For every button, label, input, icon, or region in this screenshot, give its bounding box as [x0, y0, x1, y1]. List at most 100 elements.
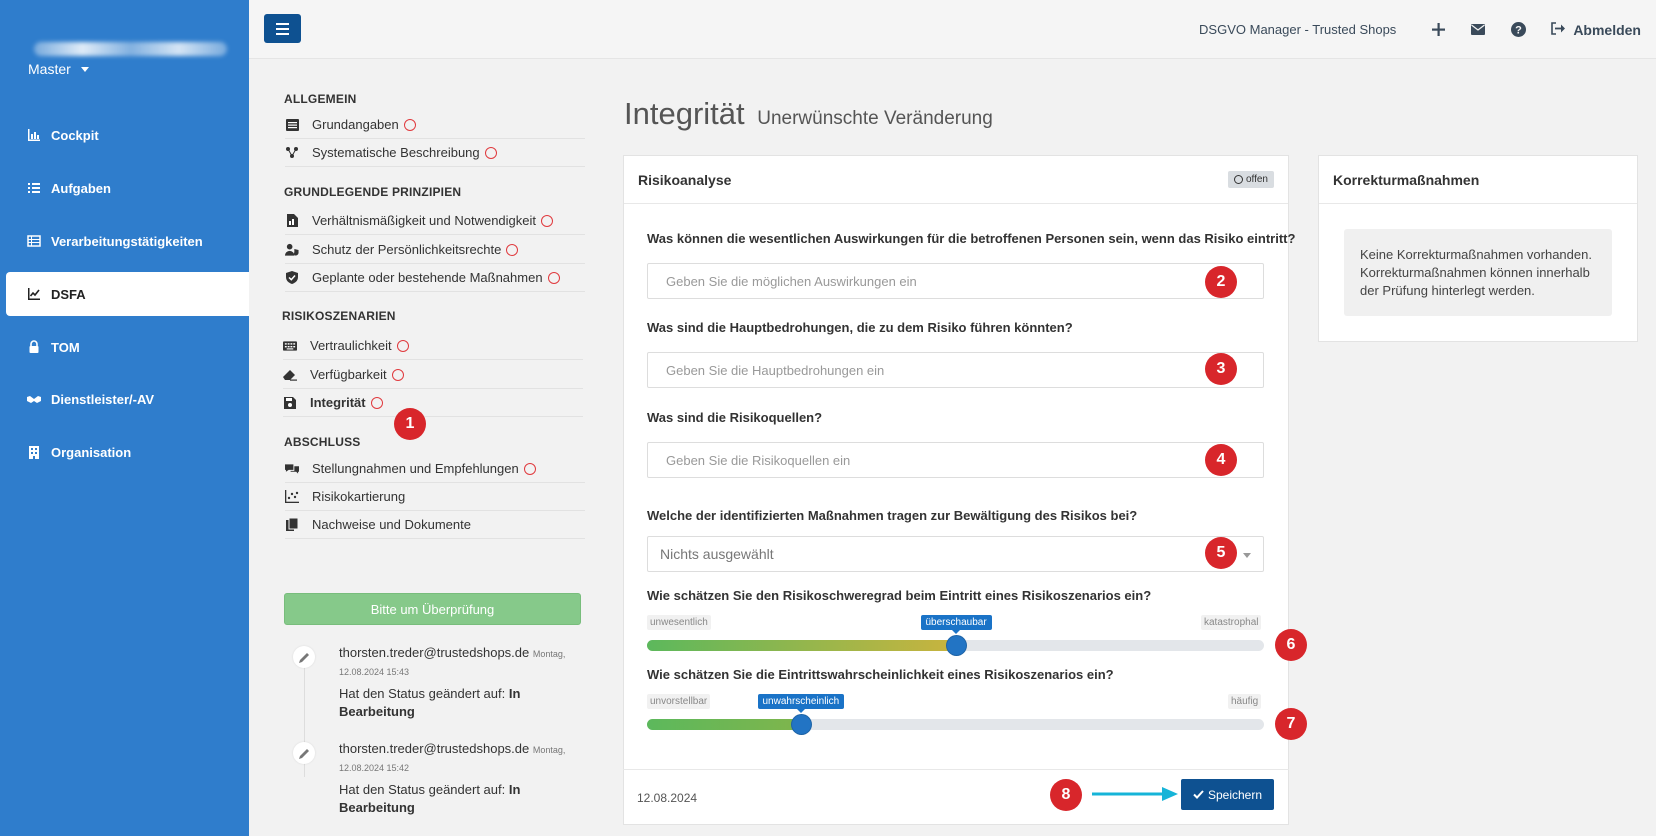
annotation-marker: 8	[1050, 779, 1082, 811]
auswirkungen-input[interactable]	[647, 263, 1264, 299]
status-open-icon	[370, 396, 383, 409]
section-item-grundangaben[interactable]: Grundangaben	[285, 111, 585, 139]
section-item-integritaet[interactable]: Integrität	[283, 389, 583, 417]
slider-handle[interactable]	[792, 715, 811, 734]
scatter-chart-icon	[285, 490, 299, 504]
status-open-icon	[541, 214, 554, 227]
section-heading-abschluss: ABSCHLUSS	[284, 435, 361, 449]
timeline-status-text: Hat den Status geändert auf:	[339, 686, 506, 701]
account-selector[interactable]: Master	[28, 61, 89, 77]
schweregrad-slider[interactable]	[647, 636, 1264, 655]
save-disk-icon	[283, 396, 297, 410]
status-open-icon	[396, 339, 409, 352]
sidebar-item-cockpit[interactable]: Cockpit	[6, 113, 249, 157]
wahrscheinlichkeit-slider[interactable]	[647, 715, 1264, 734]
eraser-icon	[283, 368, 297, 382]
question-massnahmen: Welche der identifizierten Maßnahmen tra…	[647, 508, 1138, 523]
help-icon[interactable]: ?	[1509, 21, 1527, 39]
status-open-icon	[506, 243, 519, 256]
annotation-marker: 7	[1275, 708, 1307, 740]
quellen-input[interactable]	[647, 442, 1264, 478]
request-review-button[interactable]: Bitte um Überprüfung	[284, 593, 581, 625]
section-item-label: Risikokartierung	[312, 489, 406, 504]
sidebar-item-label: Verarbeitungstätigkeiten	[51, 233, 203, 249]
timeline-status-text: Hat den Status geändert auf:	[339, 782, 506, 797]
section-item-massnahmen[interactable]: Geplante oder bestehende Maßnahmen	[285, 264, 585, 292]
bedrohungen-input[interactable]	[647, 352, 1264, 388]
panel-title: Korrekturmaßnahmen	[1333, 171, 1480, 188]
section-item-stellungnahmen[interactable]: Stellungnahmen und Empfehlungen	[285, 455, 585, 483]
document-icon	[285, 214, 299, 228]
slider-max-label: häufig	[1228, 694, 1262, 709]
envelope-icon[interactable]	[1469, 21, 1487, 39]
user-shield-icon	[285, 243, 299, 257]
sidebar-item-label: TOM	[51, 339, 80, 355]
account-selector-label: Master	[28, 61, 71, 77]
status-badge: offen	[1227, 171, 1274, 188]
building-icon	[26, 444, 42, 460]
network-icon	[285, 146, 299, 160]
section-item-label: Grundangaben	[312, 117, 399, 132]
caret-down-icon	[1243, 553, 1251, 558]
section-item-nachweise[interactable]: Nachweise und Dokumente	[285, 511, 585, 539]
sidebar-item-dienstleister[interactable]: Dienstleister/-AV	[6, 377, 249, 421]
sidebar-item-organisation[interactable]: Organisation	[6, 430, 249, 474]
chart-icon	[26, 127, 42, 143]
section-item-label: Verhältnismäßigkeit und Notwendigkeit	[312, 213, 537, 228]
pencil-icon	[293, 646, 315, 668]
section-item-risikokartierung[interactable]: Risikokartierung	[285, 483, 585, 511]
status-open-icon	[547, 271, 560, 284]
sidebar-item-label: Aufgaben	[51, 180, 111, 196]
massnahmen-select[interactable]: Nichts ausgewählt	[647, 536, 1264, 572]
empty-state-message: Keine Korrekturmaßnahmen vorhanden. Korr…	[1344, 229, 1612, 316]
sidebar-item-tom[interactable]: TOM	[6, 325, 249, 369]
sidebar-item-label: DSFA	[51, 286, 86, 302]
section-heading-allgemein: ALLGEMEIN	[284, 92, 357, 106]
table-icon	[26, 233, 42, 249]
section-item-verfuegbarkeit[interactable]: Verfügbarkeit	[283, 361, 583, 389]
question-bedrohungen: Was sind die Hauptbedrohungen, die zu de…	[647, 320, 1073, 335]
question-wahrscheinlichkeit: Wie schätzen Sie die Eintrittswahrschein…	[647, 667, 1114, 682]
check-icon	[1193, 788, 1204, 802]
save-button-label: Speichern	[1207, 787, 1263, 802]
shield-check-icon	[285, 271, 299, 285]
section-item-verhaeltnismaessigkeit[interactable]: Verhältnismäßigkeit und Notwendigkeit	[285, 207, 585, 235]
section-item-systematische-beschreibung[interactable]: Systematische Beschreibung	[285, 139, 585, 167]
section-heading-prinzipien: GRUNDLEGENDE PRINZIPIEN	[284, 185, 462, 199]
annotation-marker: 2	[1205, 266, 1237, 298]
lock-icon	[26, 339, 42, 355]
section-item-label: Vertraulichkeit	[310, 338, 392, 353]
timeline-email: thorsten.treder@trustedshops.de	[339, 645, 530, 660]
annotation-marker: 5	[1205, 537, 1237, 569]
logout-icon	[1550, 21, 1566, 38]
slider-max-label: katastrophal	[1201, 615, 1262, 630]
plus-icon[interactable]	[1429, 21, 1447, 39]
sidebar-item-label: Organisation	[51, 444, 132, 460]
section-item-vertraulichkeit[interactable]: Vertraulichkeit	[283, 332, 583, 360]
sidebar-item-verarbeitungstaetigkeiten[interactable]: Verarbeitungstätigkeiten	[6, 219, 249, 263]
sidebar: Master Cockpit Aufgaben Verarbeitungstät…	[0, 0, 249, 836]
timeline-email: thorsten.treder@trustedshops.de	[339, 741, 530, 756]
slider-value-label: unwahrscheinlich	[757, 694, 845, 713]
list-alt-icon	[285, 118, 299, 132]
logout-label: Abmelden	[1573, 21, 1641, 38]
slider-min-label: unvorstellbar	[647, 694, 711, 709]
copy-icon	[285, 518, 299, 532]
panel-title: Risikoanalyse	[638, 171, 732, 188]
account-name-blurred	[34, 42, 227, 56]
timeline-date-prefix: Montag,	[532, 745, 566, 755]
section-item-persoenlichkeitsrechte[interactable]: Schutz der Persönlichkeitsrechte	[285, 236, 585, 264]
question-quellen: Was sind die Risikoquellen?	[647, 410, 823, 425]
topbar: DSGVO Manager - Trusted Shops ? Abmelden	[249, 0, 1656, 59]
slider-handle[interactable]	[947, 636, 966, 655]
sidebar-item-aufgaben[interactable]: Aufgaben	[6, 166, 249, 210]
question-schweregrad: Wie schätzen Sie den Risikoschweregrad b…	[647, 588, 1152, 603]
status-open-icon	[523, 462, 536, 475]
save-button[interactable]: Speichern	[1181, 779, 1274, 810]
timeline-date: 12.08.2024 15:43	[339, 667, 410, 677]
hamburger-menu-button[interactable]	[264, 14, 301, 43]
sidebar-item-dsfa[interactable]: DSFA	[6, 272, 249, 316]
status-open-icon	[484, 146, 497, 159]
timeline-date: 12.08.2024 15:42	[339, 763, 410, 773]
logout-button[interactable]: Abmelden	[1550, 22, 1641, 38]
